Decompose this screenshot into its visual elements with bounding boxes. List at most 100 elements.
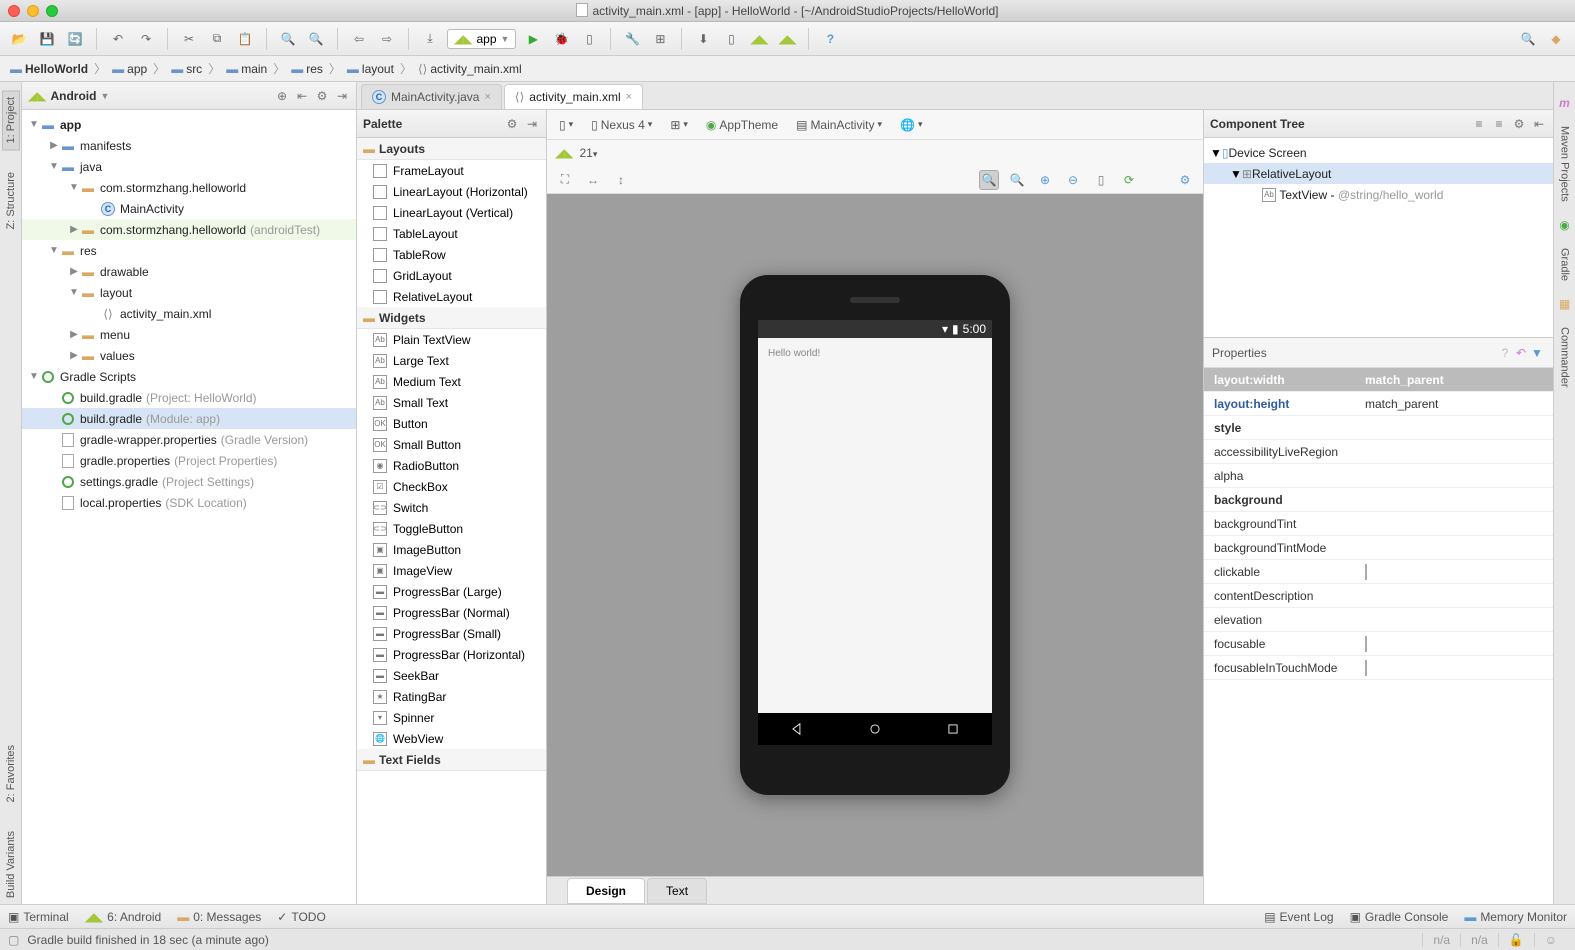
palette-item[interactable]: AbSmall Text bbox=[357, 392, 546, 413]
tree-node-props-file[interactable]: gradle-wrapper.properties(Gradle Version… bbox=[22, 429, 356, 450]
close-tab-icon[interactable]: × bbox=[484, 91, 490, 103]
expand-icon[interactable]: ⛶ bbox=[555, 170, 575, 190]
structure-icon[interactable]: ⊞ bbox=[649, 28, 671, 50]
properties-table[interactable]: layout:width match_parent layout:heightm… bbox=[1204, 368, 1553, 904]
tree-node-gradle-file[interactable]: build.gradle(Module: app) bbox=[22, 408, 356, 429]
tree-node-props-file[interactable]: gradle.properties(Project Properties) bbox=[22, 450, 356, 471]
close-window-button[interactable] bbox=[8, 5, 20, 17]
restore-icon[interactable]: ↶ bbox=[1513, 345, 1529, 361]
tree-node-textview[interactable]: Ab TextView - @string/hello_world bbox=[1204, 184, 1553, 205]
close-tab-icon[interactable]: × bbox=[626, 91, 632, 103]
property-row[interactable]: elevation bbox=[1204, 608, 1553, 632]
scroll-to-source-icon[interactable]: ⊕ bbox=[274, 88, 290, 104]
gear-icon[interactable]: ⚙ bbox=[504, 116, 520, 132]
palette-item[interactable]: ▬SeekBar bbox=[357, 665, 546, 686]
forward-icon[interactable]: ⇨ bbox=[376, 28, 398, 50]
gradle-console-tab[interactable]: ▣ Gradle Console bbox=[1350, 910, 1449, 924]
tree-node-app[interactable]: ▼▬app bbox=[22, 114, 356, 135]
shrink-v-icon[interactable]: ↕ bbox=[611, 170, 631, 190]
palette-item[interactable]: LinearLayout (Vertical) bbox=[357, 202, 546, 223]
tree-node-gradle-file[interactable]: settings.gradle(Project Settings) bbox=[22, 471, 356, 492]
theme-selector[interactable]: ◉ AppTheme bbox=[702, 116, 782, 134]
help-icon[interactable]: ? bbox=[1497, 345, 1513, 361]
find-icon[interactable]: 🔍 bbox=[277, 28, 299, 50]
palette-item[interactable]: AbLarge Text bbox=[357, 350, 546, 371]
zoom-fit-icon[interactable]: 🔍 bbox=[979, 170, 999, 190]
palette-item[interactable]: AbPlain TextView bbox=[357, 329, 546, 350]
tree-node-gradle-file[interactable]: build.gradle(Project: HelloWorld) bbox=[22, 387, 356, 408]
checkbox[interactable] bbox=[1365, 636, 1367, 652]
property-row[interactable]: alpha bbox=[1204, 464, 1553, 488]
search-everywhere-icon[interactable]: 🔍 bbox=[1517, 28, 1539, 50]
locale-selector[interactable]: 🌐▾ bbox=[896, 116, 926, 134]
palette-item[interactable]: RelativeLayout bbox=[357, 286, 546, 307]
run-config-selector[interactable]: ◢◣ app ▼ bbox=[447, 29, 516, 49]
breadcrumb-item[interactable]: ▬app bbox=[108, 60, 151, 78]
make-icon[interactable]: ⤓ bbox=[419, 28, 441, 50]
palette-group-layouts[interactable]: ▬Layouts bbox=[357, 138, 546, 160]
replace-icon[interactable]: 🔍 bbox=[305, 28, 327, 50]
hide-icon[interactable]: ⇥ bbox=[524, 116, 540, 132]
palette-item[interactable]: ▾Spinner bbox=[357, 707, 546, 728]
gutter-tab-build-variants[interactable]: Build Variants bbox=[3, 825, 19, 904]
tool-window-toggle-icon[interactable]: ▢ bbox=[8, 933, 19, 947]
breadcrumb-item[interactable]: ▬src bbox=[167, 60, 206, 78]
device-selector[interactable]: ▯ Nexus 4▾ bbox=[587, 116, 656, 134]
sync-icon[interactable]: 🔄 bbox=[64, 28, 86, 50]
shrink-h-icon[interactable]: ↔ bbox=[583, 170, 603, 190]
project-tree[interactable]: ▼▬app ▶▬manifests ▼▬java ▼▬com.stormzhan… bbox=[22, 110, 356, 904]
property-row[interactable]: backgroundTintMode bbox=[1204, 536, 1553, 560]
open-icon[interactable]: 📂 bbox=[8, 28, 30, 50]
palette-item[interactable]: GridLayout bbox=[357, 265, 546, 286]
tree-node-values[interactable]: ▶▬values bbox=[22, 345, 356, 366]
palette-item[interactable]: ▬ProgressBar (Small) bbox=[357, 623, 546, 644]
layout-preview-content[interactable]: Hello world! bbox=[758, 338, 992, 713]
event-log-tab[interactable]: ▤ Event Log bbox=[1264, 910, 1333, 924]
breadcrumb-item[interactable]: ▬HelloWorld bbox=[6, 60, 92, 78]
gutter-tab-structure[interactable]: Z: Structure bbox=[3, 166, 19, 235]
tree-node-relative-layout[interactable]: ▼⊞RelativeLayout bbox=[1204, 163, 1553, 184]
property-row[interactable]: focusable bbox=[1204, 632, 1553, 656]
property-row-header[interactable]: layout:width match_parent bbox=[1204, 368, 1553, 392]
gutter-tab-commander[interactable]: Commander bbox=[1557, 321, 1573, 394]
tree-node-props-file[interactable]: local.properties(SDK Location) bbox=[22, 492, 356, 513]
zoom-window-button[interactable] bbox=[46, 5, 58, 17]
property-value[interactable] bbox=[1359, 637, 1553, 651]
property-row[interactable]: layout:heightmatch_parent bbox=[1204, 392, 1553, 416]
tree-node-xml-file[interactable]: ⟨⟩activity_main.xml bbox=[22, 303, 356, 324]
palette-item[interactable]: OKSmall Button bbox=[357, 434, 546, 455]
settings-dropdown-icon[interactable]: ◆ bbox=[1545, 28, 1567, 50]
property-row[interactable]: backgroundTint bbox=[1204, 512, 1553, 536]
config-selector[interactable]: ⊞▾ bbox=[666, 116, 692, 134]
back-icon[interactable]: ⇦ bbox=[348, 28, 370, 50]
messages-tab[interactable]: ▬ 0: Messages bbox=[177, 910, 261, 924]
tree-node-res[interactable]: ▼▬res bbox=[22, 240, 356, 261]
sdk-icon[interactable]: ⬇ bbox=[692, 28, 714, 50]
run-button[interactable]: ▶ bbox=[522, 28, 544, 50]
palette-item[interactable]: ⊂⊃Switch bbox=[357, 497, 546, 518]
zoom-actual-icon[interactable]: 🔍 bbox=[1007, 170, 1027, 190]
paste-icon[interactable]: 📋 bbox=[234, 28, 256, 50]
copy-icon[interactable]: ⧉ bbox=[206, 28, 228, 50]
tree-node-package[interactable]: ▼▬com.stormzhang.helloworld bbox=[22, 177, 356, 198]
breadcrumb-item[interactable]: ▬layout bbox=[343, 60, 398, 78]
project-view-mode[interactable]: Android bbox=[50, 89, 96, 103]
palette-item[interactable]: ▬ProgressBar (Large) bbox=[357, 581, 546, 602]
palette-list[interactable]: ▬Layouts FrameLayoutLinearLayout (Horizo… bbox=[357, 138, 546, 904]
property-row[interactable]: background bbox=[1204, 488, 1553, 512]
palette-item[interactable]: ⊂⊃ToggleButton bbox=[357, 518, 546, 539]
property-value[interactable] bbox=[1359, 661, 1553, 675]
gear-icon[interactable]: ⚙ bbox=[1511, 116, 1527, 132]
text-tab[interactable]: Text bbox=[647, 878, 707, 904]
palette-item[interactable]: ▬ProgressBar (Normal) bbox=[357, 602, 546, 623]
device-icon[interactable]: ▯ bbox=[578, 28, 600, 50]
refresh-icon[interactable]: ⟳ bbox=[1119, 170, 1139, 190]
cut-icon[interactable]: ✂ bbox=[178, 28, 200, 50]
minimize-window-button[interactable] bbox=[27, 5, 39, 17]
property-row[interactable]: focusableInTouchMode bbox=[1204, 656, 1553, 680]
gutter-tab-gradle[interactable]: Gradle bbox=[1557, 242, 1573, 287]
property-value[interactable] bbox=[1359, 565, 1553, 579]
collapse-icon[interactable]: ≡ bbox=[1491, 116, 1507, 132]
palette-item[interactable]: 🌐WebView bbox=[357, 728, 546, 749]
tree-node-package-test[interactable]: ▶▬com.stormzhang.helloworld(androidTest) bbox=[22, 219, 356, 240]
